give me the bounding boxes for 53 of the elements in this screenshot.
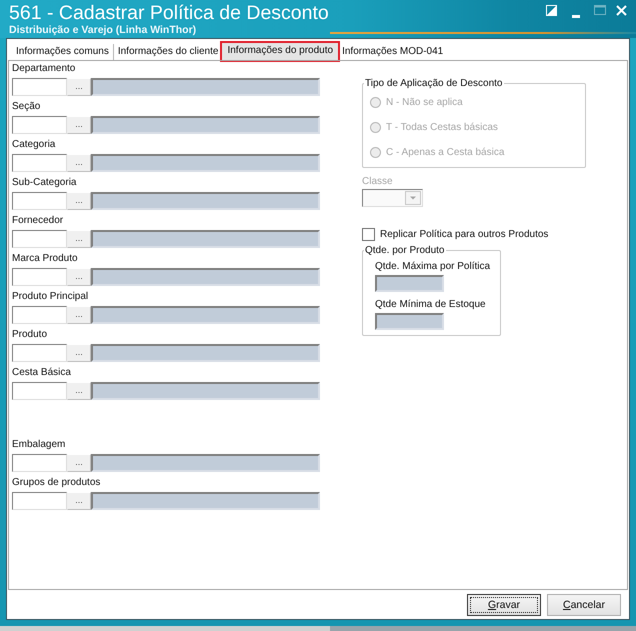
code-input[interactable] — [12, 492, 67, 510]
lookup-button[interactable]: ... — [67, 268, 91, 286]
code-input[interactable] — [12, 116, 67, 134]
tab[interactable]: Informações do produto — [222, 43, 338, 60]
code-input[interactable] — [12, 78, 67, 96]
checkbox-option[interactable]: Replicar Política para outros Produtos — [362, 227, 548, 241]
lookup-button[interactable]: ... — [67, 306, 91, 324]
field-label: Produto — [12, 328, 48, 341]
field-label: Categoria — [12, 138, 56, 151]
lookup-button[interactable]: ... — [67, 454, 91, 472]
field-label: Embalagem — [12, 438, 66, 451]
field-label: Seção — [12, 100, 40, 113]
field-label: Qtde. Máxima por Política — [375, 260, 490, 273]
lookup-button[interactable]: ... — [67, 382, 91, 400]
code-input[interactable] — [12, 192, 67, 210]
diagonal-square-icon[interactable] — [546, 5, 557, 16]
code-input[interactable] — [12, 306, 67, 324]
lookup-button[interactable]: ... — [67, 154, 91, 172]
tab[interactable]: Informações comuns — [12, 44, 113, 60]
code-input[interactable] — [12, 454, 67, 472]
window-subtitle: Distribuição e Varejo (Linha WinThor) — [9, 24, 198, 36]
group-title: Tipo de Aplicação de Desconto — [364, 77, 504, 90]
dialog-button[interactable]: Cancelar — [547, 594, 621, 616]
field-label: Qtde Mínima de Estoque — [375, 298, 486, 311]
code-input[interactable] — [12, 382, 67, 400]
field-label: Cesta Básica — [12, 366, 71, 379]
field-label: Marca Produto — [12, 252, 78, 265]
input-field[interactable] — [375, 275, 444, 292]
lookup-button[interactable]: ... — [67, 344, 91, 362]
lookup-button[interactable]: ... — [67, 192, 91, 210]
code-input[interactable] — [12, 154, 67, 172]
close-icon[interactable] — [616, 5, 627, 16]
field-label: Grupos de produtos — [12, 476, 100, 489]
input-field[interactable] — [375, 313, 444, 330]
dialog-button[interactable]: Gravar — [467, 594, 541, 616]
caret-icon — [405, 191, 421, 205]
group-title: Qtde. por Produto — [364, 244, 446, 257]
maximize-icon — [594, 5, 606, 15]
window-title: 561 - Cadastrar Política de Desconto — [9, 2, 329, 24]
code-input[interactable] — [12, 230, 67, 248]
tab[interactable]: Informações MOD-041 — [338, 44, 448, 60]
lookup-button[interactable]: ... — [67, 492, 91, 510]
field-label: Classe — [362, 175, 393, 188]
checkbox-icon[interactable] — [362, 228, 375, 240]
lookup-button[interactable]: ... — [67, 116, 91, 134]
field-label: Produto Principal — [12, 290, 88, 303]
field-label: Fornecedor — [12, 214, 64, 227]
code-input[interactable] — [12, 344, 67, 362]
lookup-button[interactable]: ... — [67, 230, 91, 248]
code-input[interactable] — [12, 268, 67, 286]
field-label: Departamento — [12, 62, 76, 75]
field-label: Sub-Categoria — [12, 176, 76, 189]
lookup-button[interactable]: ... — [67, 78, 91, 96]
